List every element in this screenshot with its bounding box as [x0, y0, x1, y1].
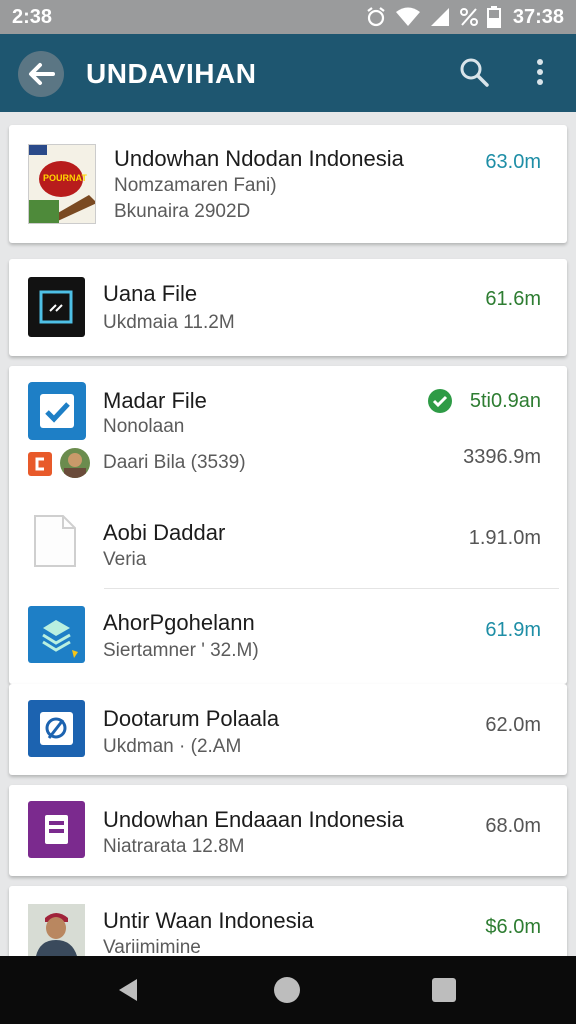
more-options-button[interactable]	[526, 54, 554, 90]
square-recents-icon	[432, 978, 456, 1002]
item-size: 63.0m	[485, 151, 541, 173]
app-thumbnail	[28, 277, 85, 337]
item-size: 62.0m	[485, 714, 541, 736]
item-title: Aobi Daddar	[103, 520, 226, 545]
item-size-secondary: 3396.9m	[463, 446, 541, 468]
nav-recents-button[interactable]	[428, 974, 460, 1006]
app-thumbnail	[28, 801, 85, 858]
triangle-back-icon	[119, 979, 137, 1001]
back-button[interactable]	[18, 51, 64, 97]
item-title: AhorPgohelann	[103, 610, 255, 635]
status-time: 2:38	[12, 6, 53, 28]
page-title: UNDAVIHAN	[86, 58, 257, 89]
item-size: 61.6m	[485, 288, 541, 310]
list-group: Madar File Nonolaan Daari Bila (3539) 5t…	[9, 366, 567, 684]
app-thumbnail	[28, 606, 85, 663]
status-bar: 2:38 37:38	[0, 0, 576, 34]
status-clock: 37:38	[512, 5, 564, 28]
person-thumbnail	[28, 904, 85, 956]
circle-home-icon	[274, 977, 300, 1003]
divider	[104, 588, 559, 589]
item-title: Dootarum Polaala	[103, 706, 280, 731]
checkbox-app-thumbnail[interactable]	[28, 382, 86, 440]
avatar	[60, 448, 90, 478]
navigation-bar	[0, 956, 576, 1024]
list-item[interactable]: Undowhan Endaaan Indonesia Niatrarata 12…	[9, 785, 567, 876]
item-title: Undowhan Endaaan Indonesia	[103, 807, 404, 832]
item-subtitle: Ukdman · (2.AM	[103, 736, 242, 757]
item-subtitle: Ukdmaia 11.2M	[103, 312, 235, 333]
nav-back-button[interactable]	[112, 974, 144, 1006]
app-thumbnail	[28, 700, 85, 757]
item-size: 1.91.0m	[468, 527, 541, 549]
item-subtitle: Nonolaan	[103, 416, 185, 437]
item-size: 68.0m	[485, 815, 541, 837]
item-title: Uana File	[103, 281, 198, 306]
percent-icon	[459, 8, 478, 26]
item-title: Undowhan Ndodan Indonesia	[114, 146, 404, 171]
alarm-icon	[367, 7, 385, 27]
status-icons: 37:38	[365, 4, 564, 30]
wifi-icon	[395, 7, 420, 26]
book-cover-thumbnail: POURNAT	[28, 144, 96, 224]
item-subtitle: Niatrarata 12.8M	[103, 836, 245, 857]
item-title: Untir Waan Indonesia	[103, 908, 314, 933]
document-thumbnail	[31, 514, 79, 568]
arrow-left-icon	[29, 63, 55, 85]
list-item[interactable]: POURNAT Undowhan Ndodan Indonesia Nomzam…	[9, 125, 567, 243]
signal-icon	[430, 8, 449, 26]
item-size: 5ti0.9an	[469, 390, 541, 412]
list-item[interactable]: Uana File Ukdmaia 11.2M 61.6m	[9, 259, 567, 356]
list-item[interactable]: Dootarum Polaala Ukdman · (2.AM 62.0m	[9, 684, 567, 775]
battery-icon	[486, 6, 501, 28]
item-meta: Bkunaira 2902D	[114, 201, 251, 222]
app-bar: UNDAVIHAN	[0, 34, 576, 112]
search-icon	[460, 58, 489, 87]
item-title: Madar File	[103, 388, 207, 413]
check-circle-icon	[428, 389, 452, 413]
item-subtitle: Veria	[103, 549, 147, 570]
small-app-icon	[28, 452, 52, 476]
item-size: 61.9m	[485, 619, 541, 641]
more-vert-icon	[537, 59, 543, 85]
book-cover-text: POURNAT	[43, 173, 87, 183]
item-size: $6.0m	[485, 916, 541, 938]
item-subtitle: Siertamner ' 32.M)	[103, 640, 259, 661]
item-meta: Daari Bila (3539)	[103, 452, 246, 473]
nav-home-button[interactable]	[271, 974, 303, 1006]
search-button[interactable]	[456, 54, 492, 90]
item-subtitle: Nomzamaren Fani)	[114, 175, 277, 196]
